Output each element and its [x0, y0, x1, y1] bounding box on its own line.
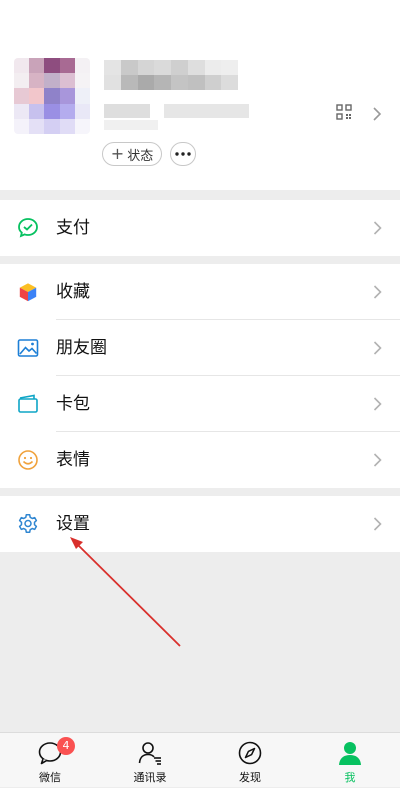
bottom-tab-bar: 4 微信 通讯录 发现 我: [0, 732, 400, 787]
avatar-pixel: [44, 88, 60, 104]
more-dots-icon: [175, 152, 191, 156]
nickname-pixel: [204, 60, 222, 75]
tab-label-me: 我: [344, 771, 356, 784]
nickname-pixel: [154, 60, 171, 75]
menu-item-stickers[interactable]: 表情: [0, 432, 400, 488]
nickname-pixel: [137, 60, 155, 75]
nickname-pixel: [120, 75, 138, 90]
nickname-pixel: [154, 75, 171, 90]
pay-group: 支付: [0, 200, 400, 256]
profile-header[interactable]: + 状态: [0, 0, 400, 190]
avatar-pixel: [29, 58, 45, 74]
avatar-pixel: [74, 103, 90, 119]
moments-image-icon: [17, 339, 39, 357]
avatar-pixel: [14, 103, 30, 119]
smiley-icon: [18, 450, 38, 470]
avatar-pixel: [29, 88, 45, 104]
wechat-id-blurred-extra: [104, 120, 158, 130]
nickname-pixel: [104, 60, 121, 75]
nickname-pixel: [137, 75, 155, 90]
services-group: 收藏 朋友圈 卡包 表情: [0, 264, 400, 488]
avatar-pixel: [44, 58, 60, 74]
menu-item-cards[interactable]: 卡包: [0, 376, 400, 432]
avatar-pixel: [14, 118, 30, 134]
menu-label-favorites: 收藏: [56, 282, 90, 302]
avatar-pixel: [14, 58, 30, 74]
add-status-button[interactable]: + 状态: [102, 142, 162, 166]
qr-code-icon[interactable]: [336, 104, 352, 120]
avatar-pixel: [74, 118, 90, 134]
nickname-pixel: [171, 60, 188, 75]
chevron-right-icon: [373, 341, 382, 355]
avatar-pixel: [44, 73, 60, 89]
pay-icon: [18, 218, 38, 238]
avatar-pixel: [29, 103, 45, 119]
nickname-pixel: [221, 60, 238, 75]
plus-icon: +: [110, 144, 125, 163]
status-label: 状态: [127, 148, 154, 164]
nickname-blurred: [104, 60, 238, 90]
nickname-pixel: [204, 75, 222, 90]
more-button[interactable]: [170, 142, 196, 166]
avatar-pixel: [59, 118, 75, 134]
person-icon: [339, 742, 361, 765]
nickname-pixel: [187, 60, 205, 75]
chevron-right-icon: [373, 221, 382, 235]
menu-label-cards: 卡包: [56, 394, 90, 414]
avatar-pixel: [59, 58, 75, 74]
menu-label-settings: 设置: [56, 514, 90, 534]
avatar-pixel: [29, 118, 45, 134]
avatar[interactable]: [14, 58, 90, 134]
tab-me[interactable]: 我: [300, 733, 400, 788]
chevron-right-icon: [373, 453, 382, 467]
tab-label-chats: 微信: [39, 771, 61, 784]
avatar-pixel: [14, 88, 30, 104]
chevron-right-icon: [373, 285, 382, 299]
avatar-pixel: [14, 73, 30, 89]
avatar-pixel: [44, 118, 60, 134]
nickname-pixel: [171, 75, 188, 90]
tab-discover[interactable]: 发现: [200, 733, 300, 788]
settings-group: 设置: [0, 496, 400, 552]
unread-badge: 4: [57, 737, 75, 755]
nickname-pixel: [104, 75, 121, 90]
menu-item-settings[interactable]: 设置: [0, 496, 400, 552]
menu-item-favorites[interactable]: 收藏: [0, 264, 400, 320]
tab-label-contacts: 通讯录: [133, 771, 167, 784]
chevron-right-icon: [373, 397, 382, 411]
chevron-right-icon: [373, 517, 382, 531]
menu-label-moments: 朋友圈: [56, 338, 107, 358]
menu-label-pay: 支付: [56, 218, 90, 238]
avatar-pixel: [74, 58, 90, 74]
favorites-cube-icon: [19, 282, 37, 302]
chevron-right-icon[interactable]: [372, 106, 382, 122]
nickname-pixel: [120, 60, 138, 75]
avatar-pixel: [59, 73, 75, 89]
avatar-pixel: [59, 103, 75, 119]
tab-label-discover: 发现: [239, 771, 261, 784]
wechat-id-blurred: [104, 104, 249, 118]
tab-chats[interactable]: 4 微信: [0, 733, 100, 788]
nickname-pixel: [221, 75, 238, 90]
card-wallet-icon: [18, 394, 38, 413]
avatar-pixel: [29, 73, 45, 89]
gear-icon: [18, 514, 38, 533]
avatar-pixel: [74, 88, 90, 104]
nickname-pixel: [187, 75, 205, 90]
compass-icon: [238, 741, 262, 765]
contacts-icon: [138, 742, 161, 765]
avatar-pixel: [74, 73, 90, 89]
menu-label-stickers: 表情: [56, 450, 90, 470]
avatar-pixel: [59, 88, 75, 104]
menu-item-pay[interactable]: 支付: [0, 200, 400, 256]
menu-item-moments[interactable]: 朋友圈: [0, 320, 400, 376]
tab-contacts[interactable]: 通讯录: [100, 733, 200, 788]
avatar-pixel: [44, 103, 60, 119]
